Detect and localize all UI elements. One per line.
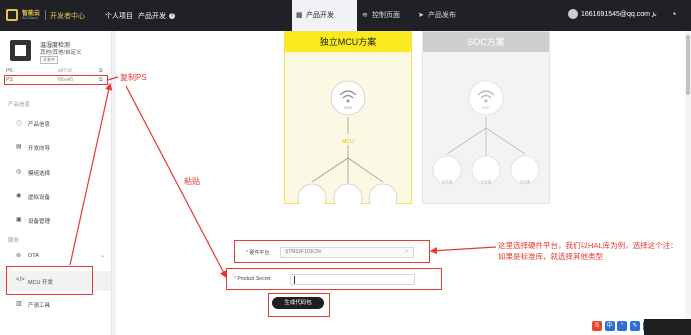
product-key-value: a47c9 <box>58 68 72 74</box>
annotation-highlight-platform <box>234 240 430 263</box>
sidebar-item-product-info[interactable]: ⓘ 产品信息 <box>0 113 111 133</box>
card-title: SOC方案 <box>423 32 549 52</box>
sidebar-item-test-tool[interactable]: ▥ 产测工具 <box>0 294 111 314</box>
logo-icon[interactable] <box>6 9 18 21</box>
scrollbar[interactable] <box>685 31 691 335</box>
tab-control-page[interactable]: ≋ 控制页面 <box>358 0 413 31</box>
guide-icon: ▤ <box>16 144 22 150</box>
punctuation-icon[interactable]: ° <box>617 321 628 331</box>
help-icon[interactable]: ? <box>168 13 175 20</box>
device-icon: ▣ <box>16 217 22 223</box>
mcu-solution-card[interactable]: 独立MCU方案 WiFi MCU <box>284 31 412 204</box>
product-key-row: PK: a47c9 <box>6 68 72 74</box>
annotation-highlight-mcu <box>6 266 93 295</box>
developer-center-label: 开发者中心 <box>50 13 85 20</box>
tab-product-publish[interactable]: ➤ 产品发布 <box>414 0 469 31</box>
bell-icon[interactable]: ♪ <box>651 9 656 19</box>
annotation-copy-ps: 复制PS <box>120 73 147 82</box>
annotation-highlight-secret <box>226 268 442 290</box>
sidebar-item-device-management[interactable]: ▣ 设备管理 <box>0 210 111 230</box>
device-category: 其他/其他/自定义 <box>40 50 82 56</box>
sensor-label: 传感器 <box>481 179 492 184</box>
tool-icon: ▥ <box>16 301 22 307</box>
section-product-info: 产品信息 <box>8 102 31 108</box>
chevron-down-icon: ⌄ <box>100 253 106 259</box>
scrollbar-thumb[interactable] <box>686 35 690 95</box>
tray-overlay <box>644 319 691 335</box>
top-navigation-bar: 智能云 AI-Cloud 开发者中心 个人项目 产品开发 ? ▦ 产品开发 ≋ 控制… <box>0 0 691 31</box>
annotation-highlight-ps <box>4 75 108 85</box>
wifi-icon: ≋ <box>362 12 368 19</box>
sogou-icon[interactable]: S <box>592 321 602 331</box>
mcu-architecture-diagram: WiFi MCU <box>297 80 398 204</box>
annotation-note: 这里选择硬件平台，我们以HAL库为例，选择这个注：如果是标准库，就选择其他类型 <box>498 241 678 261</box>
info-icon: ⓘ <box>16 122 23 128</box>
device-thumbnail <box>10 40 31 61</box>
wifi-label: WiFi <box>482 105 490 110</box>
annotation-highlight-generate <box>268 293 330 317</box>
tab-product-dev[interactable]: ▦ 产品开发 <box>292 0 357 31</box>
soc-solution-card[interactable]: SOC方案 WiFi 传感器 传感器 传感器 <box>422 31 550 204</box>
sensor-label: 传感器 <box>442 179 453 184</box>
user-menu[interactable]: 1661691545@qq.com ⌄ <box>568 9 658 19</box>
section-service: 服务 <box>8 238 20 244</box>
nav-personal-project[interactable]: 个人项目 <box>105 11 133 21</box>
soc-architecture-diagram: WiFi 传感器 传感器 传感器 <box>432 80 540 185</box>
divider <box>45 10 46 20</box>
module-icon: ◎ <box>16 169 22 175</box>
sidebar-item-ota[interactable]: ⊚ OTA ⌄ <box>0 246 111 266</box>
mcu-label: MCU <box>342 139 354 145</box>
brand-subtitle: AI-Cloud <box>22 15 38 20</box>
send-icon: ➤ <box>418 12 424 19</box>
sensor-label: 传感器 <box>520 179 531 184</box>
annotation-paste: 粘贴 <box>184 177 200 186</box>
headset-icon[interactable]: ◔ <box>671 9 676 19</box>
avatar <box>568 9 578 19</box>
copy-icon[interactable]: ⧉ <box>99 68 103 74</box>
grid-icon: ▦ <box>296 12 303 19</box>
ime-icon[interactable]: 中 <box>604 321 615 331</box>
status-badge: 开发中 <box>40 56 58 64</box>
sidebar-item-module-select[interactable]: ◎ 模组选择 <box>0 162 111 182</box>
nav-product-dev[interactable]: 产品开发 ? <box>138 11 175 21</box>
sidebar-item-dev-guide[interactable]: ▤ 开发向导 <box>0 137 111 157</box>
virtual-device-icon: ◉ <box>16 193 22 199</box>
card-title: 独立MCU方案 <box>285 32 411 52</box>
sidebar-item-virtual-device[interactable]: ◉ 虚拟设备 <box>0 186 111 206</box>
ota-icon: ⊚ <box>16 253 22 259</box>
wifi-label: WiFi <box>344 105 352 110</box>
pen-icon[interactable]: ✎ <box>630 321 641 331</box>
